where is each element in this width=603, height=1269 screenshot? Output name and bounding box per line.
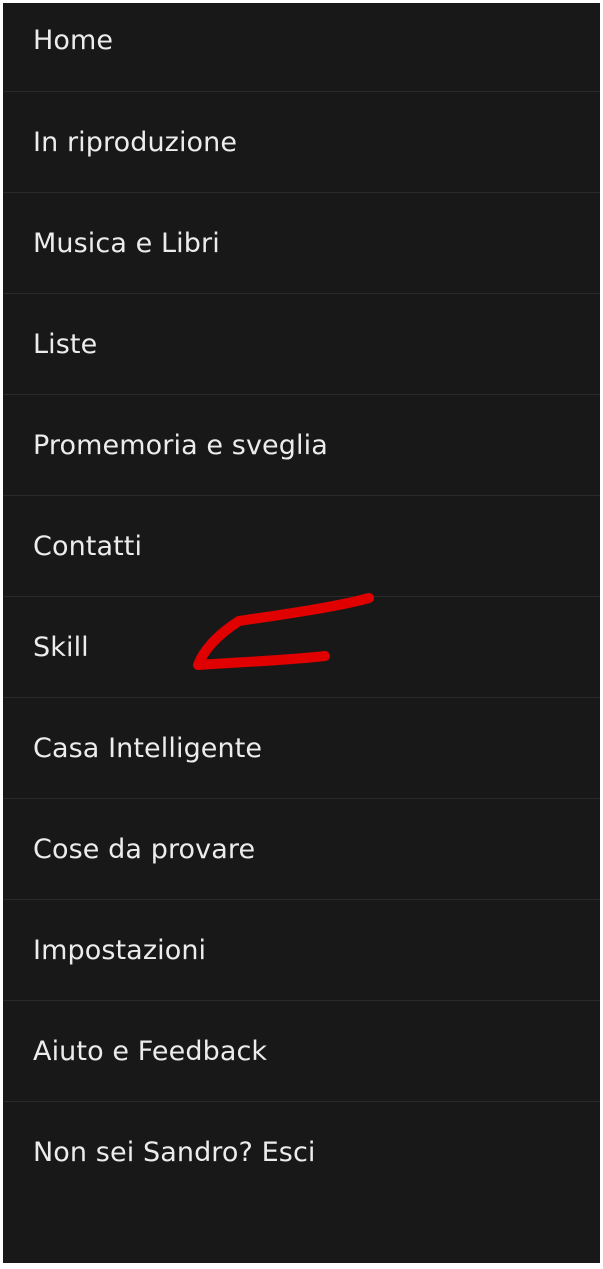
menu-item-label: Impostazioni	[33, 934, 207, 966]
menu-item-casa-intelligente[interactable]: Casa Intelligente	[3, 698, 600, 799]
navigation-drawer: Home In riproduzione Musica e Libri List…	[3, 3, 600, 1263]
menu-item-impostazioni[interactable]: Impostazioni	[3, 900, 600, 1001]
menu-item-label: Non sei Sandro? Esci	[33, 1137, 316, 1168]
menu-item-home[interactable]: Home	[3, 3, 600, 92]
menu-item-label: Liste	[33, 328, 98, 360]
menu-list: Home In riproduzione Musica e Libri List…	[3, 3, 600, 1203]
menu-item-skill[interactable]: Skill	[3, 597, 600, 698]
menu-item-label: In riproduzione	[33, 126, 238, 158]
menu-item-label: Home	[33, 25, 114, 56]
menu-item-label: Contatti	[33, 530, 143, 562]
menu-item-label: Musica e Libri	[33, 227, 220, 259]
menu-item-label: Skill	[33, 631, 89, 663]
menu-item-musica-e-libri[interactable]: Musica e Libri	[3, 193, 600, 294]
menu-item-label: Casa Intelligente	[33, 732, 263, 764]
menu-item-label: Aiuto e Feedback	[33, 1035, 268, 1067]
menu-item-contatti[interactable]: Contatti	[3, 496, 600, 597]
menu-item-aiuto-e-feedback[interactable]: Aiuto e Feedback	[3, 1001, 600, 1102]
menu-item-label: Promemoria e sveglia	[33, 429, 328, 461]
menu-item-liste[interactable]: Liste	[3, 294, 600, 395]
menu-item-in-riproduzione[interactable]: In riproduzione	[3, 92, 600, 193]
menu-item-promemoria-e-sveglia[interactable]: Promemoria e sveglia	[3, 395, 600, 496]
menu-item-cose-da-provare[interactable]: Cose da provare	[3, 799, 600, 900]
menu-item-label: Cose da provare	[33, 833, 256, 865]
menu-item-esci[interactable]: Non sei Sandro? Esci	[3, 1102, 600, 1203]
